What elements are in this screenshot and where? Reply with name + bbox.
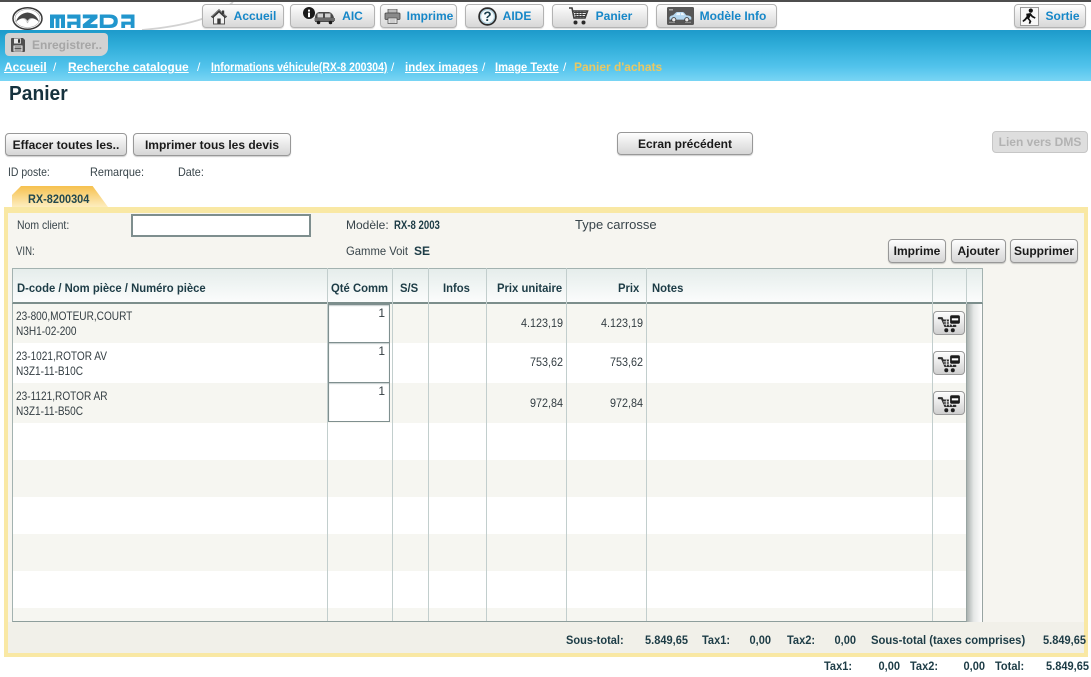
svg-text:?: ? bbox=[483, 9, 491, 24]
